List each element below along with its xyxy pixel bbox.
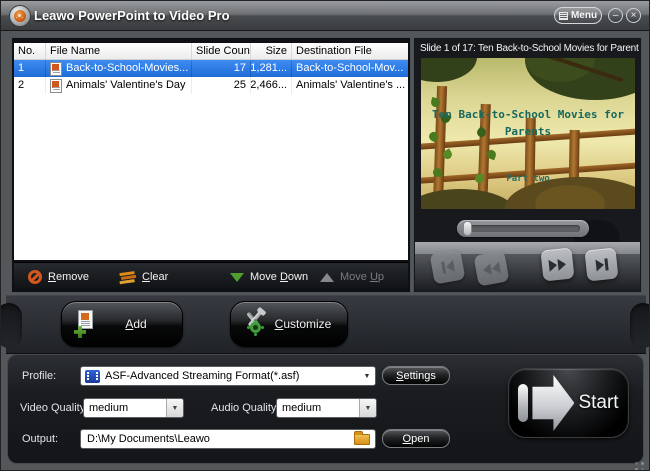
chevron-down-icon[interactable]: ▼	[359, 399, 376, 417]
menu-button[interactable]: Menu	[554, 7, 602, 24]
column-header-destination[interactable]: Destination File	[292, 43, 408, 59]
cell-slide-count: 17	[192, 60, 251, 77]
audio-quality-label: Audio Quality:	[211, 402, 279, 414]
output-path-input[interactable]	[81, 433, 354, 445]
file-table: No. File Name Slide Count Size Destinati…	[14, 43, 408, 260]
file-list-panel: No. File Name Slide Count Size Destinati…	[11, 37, 411, 293]
cell-destination: Animals' Valentine's ...	[292, 77, 408, 94]
column-header-no[interactable]: No.	[14, 43, 46, 59]
cell-size: 2,466...	[251, 77, 292, 94]
settings-panel: Profile: ASF-Advanced Streaming Format(*…	[7, 354, 644, 464]
slide-caption: Slide 1 of 17: Ten Back-to-School Movies…	[420, 40, 639, 57]
profile-label: Profile:	[22, 370, 56, 382]
audio-quality-combobox[interactable]: medium ▼	[276, 398, 377, 418]
table-empty-area	[14, 94, 408, 260]
remove-icon	[28, 270, 42, 284]
video-quality-label: Video Quality:	[20, 402, 88, 414]
start-arrow-icon	[532, 375, 574, 431]
action-band: Add Customize	[6, 295, 646, 354]
video-format-icon	[85, 370, 100, 383]
output-label: Output:	[22, 433, 58, 445]
resize-grip[interactable]	[634, 455, 644, 465]
previous-slide-button[interactable]	[430, 249, 466, 285]
add-button[interactable]: Add	[61, 301, 183, 347]
customize-button[interactable]: Customize	[230, 301, 348, 347]
fast-forward-button[interactable]	[540, 247, 574, 281]
column-header-size[interactable]: Size	[251, 43, 292, 59]
cell-destination: Back-to-School-Mov...	[292, 60, 408, 77]
band-decor-left	[0, 303, 22, 348]
move-down-button[interactable]: Move Down	[230, 263, 308, 291]
window-title: Leawo PowerPoint to Video Pro	[34, 1, 230, 30]
ppt-file-icon	[50, 62, 62, 76]
cell-no: 1	[14, 60, 46, 77]
start-button[interactable]: Start	[508, 368, 629, 438]
title-bar[interactable]: Leawo PowerPoint to Video Pro Menu – ×	[1, 1, 650, 31]
open-button[interactable]: Open	[382, 429, 450, 448]
band-decor-right	[630, 303, 650, 348]
table-header-row: No. File Name Slide Count Size Destinati…	[14, 43, 408, 60]
profile-combobox[interactable]: ASF-Advanced Streaming Format(*.asf) ▼	[80, 366, 376, 386]
cell-size: 1,281...	[251, 60, 292, 77]
arrow-down-icon	[230, 273, 244, 282]
chevron-down-icon[interactable]: ▼	[359, 367, 375, 385]
slide-subtitle-text: Part two	[421, 174, 635, 184]
tools-icon	[241, 309, 269, 339]
close-button[interactable]: ×	[626, 8, 641, 23]
cell-file-name: Back-to-School-Movies...	[46, 60, 192, 77]
minimize-button[interactable]: –	[608, 8, 623, 23]
remove-button[interactable]: Remove	[28, 263, 89, 291]
app-logo-icon	[9, 5, 31, 27]
seek-handle[interactable]	[463, 221, 472, 236]
profile-value: ASF-Advanced Streaming Format(*.asf)	[105, 370, 359, 382]
cell-file-name: Animals' Valentine's Day	[46, 77, 192, 94]
start-arrow-icon	[518, 384, 528, 422]
seek-slider[interactable]	[457, 220, 589, 237]
column-header-slide-count[interactable]: Slide Count	[192, 43, 251, 59]
column-header-file-name[interactable]: File Name	[46, 43, 192, 59]
arrow-up-icon	[320, 273, 334, 282]
preview-panel: Slide 1 of 17: Ten Back-to-School Movies…	[413, 37, 642, 293]
folder-browse-icon[interactable]	[354, 434, 370, 445]
cell-no: 2	[14, 77, 46, 94]
video-quality-combobox[interactable]: medium ▼	[83, 398, 184, 418]
settings-button[interactable]: Settings	[382, 366, 450, 385]
table-row[interactable]: 1 Back-to-School-Movies... 17 1,281... B…	[14, 60, 408, 77]
clear-button[interactable]: Clear	[120, 263, 168, 291]
add-file-icon	[74, 310, 100, 338]
chevron-down-icon[interactable]: ▼	[166, 399, 183, 417]
list-toolbar: Remove Clear Move Down Move Up	[14, 262, 408, 290]
clear-icon	[119, 270, 137, 284]
seek-track[interactable]	[466, 225, 580, 232]
menu-icon	[559, 12, 568, 20]
app-window: Leawo PowerPoint to Video Pro Menu – × N…	[0, 0, 650, 471]
slide-title-text: Ten Back-to-School Movies for Parents	[429, 106, 627, 140]
output-path-field[interactable]	[80, 429, 376, 449]
slide-preview-image: Ten Back-to-School Movies for Parents Pa…	[421, 58, 635, 209]
video-quality-value: medium	[84, 402, 166, 414]
move-up-button[interactable]: Move Up	[320, 263, 384, 291]
ppt-file-icon	[50, 79, 62, 93]
audio-quality-value: medium	[277, 402, 359, 414]
next-slide-button[interactable]	[584, 247, 618, 281]
rewind-button[interactable]	[474, 251, 510, 287]
cell-slide-count: 25	[192, 77, 251, 94]
table-row[interactable]: 2 Animals' Valentine's Day 25 2,466... A…	[14, 77, 408, 94]
